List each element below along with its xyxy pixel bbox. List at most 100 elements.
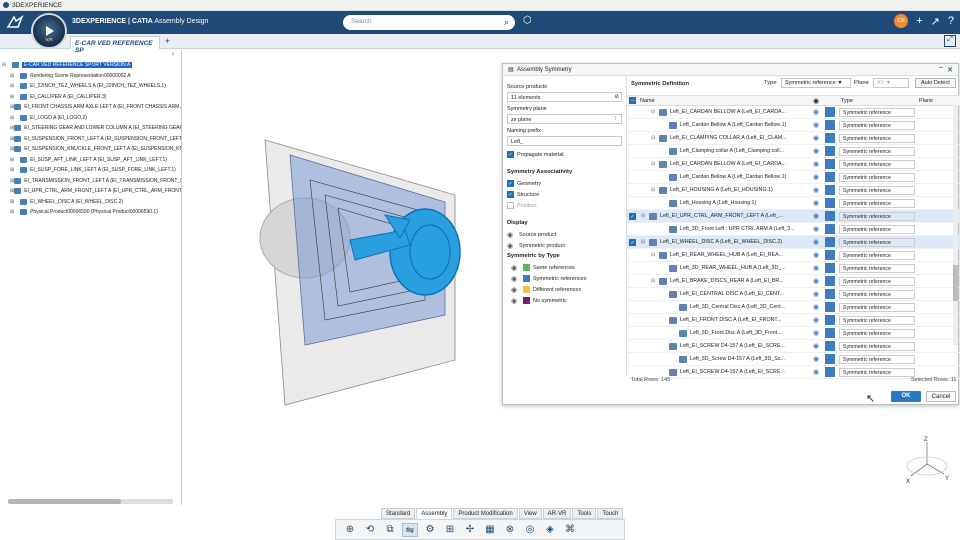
tab-touch[interactable]: Touch bbox=[597, 508, 624, 519]
tree-item[interactable]: ⊞ Physical Product00006590 (Physical Prod… bbox=[2, 207, 182, 218]
eye-icon[interactable]: ◉ bbox=[813, 316, 819, 324]
section-icon[interactable]: ◈ bbox=[542, 523, 558, 537]
diff-refs-toggle[interactable]: ◉ Different references bbox=[507, 284, 622, 295]
eye-icon[interactable]: ◉ bbox=[813, 121, 819, 129]
new-tab-button[interactable]: + bbox=[165, 36, 170, 46]
eye-icon[interactable]: ◉ bbox=[813, 355, 819, 363]
row-type-select[interactable]: Symmetric reference bbox=[839, 263, 915, 273]
tree-item[interactable]: ⊞ EI_22INCH_TEZ_WHEELS A (EI_22INCH_TEZ_W… bbox=[2, 81, 182, 92]
clash-icon[interactable]: ⊗ bbox=[502, 523, 518, 537]
expand-icon[interactable]: ⊟ bbox=[641, 239, 645, 245]
ds-logo-icon[interactable] bbox=[6, 15, 24, 29]
tree-item[interactable]: ⊞ EI_SUSPENSION_KNUCKLE_FRONT_LEFT A (EI_… bbox=[2, 144, 182, 155]
row-type-select[interactable]: Symmetric reference bbox=[839, 107, 915, 117]
pattern-icon[interactable]: ⧉ bbox=[382, 523, 398, 537]
table-row[interactable]: Left_Cardan Bellow A (Left_Cardan Bellow… bbox=[627, 171, 960, 184]
eye-icon[interactable]: ◉ bbox=[813, 303, 819, 311]
expand-icon[interactable]: ⊟ bbox=[651, 187, 655, 193]
checkbox-checked-icon[interactable]: ✓ bbox=[507, 151, 514, 158]
constraint-icon[interactable]: ⊞ bbox=[442, 523, 458, 537]
avatar[interactable]: CE bbox=[894, 14, 909, 28]
row-type-select[interactable]: Symmetric reference bbox=[839, 185, 915, 195]
row-type-select[interactable]: Symmetric reference bbox=[839, 341, 915, 351]
eye-icon[interactable]: ◉ bbox=[813, 238, 819, 246]
table-row[interactable]: Left_Clamping collar A (Left_Clamping co… bbox=[627, 145, 960, 158]
eye-icon[interactable]: ◉ bbox=[813, 277, 819, 285]
col-visibility-icon[interactable]: ◉ bbox=[813, 97, 819, 105]
close-icon[interactable]: ✕ bbox=[947, 66, 953, 74]
eye-icon[interactable]: ◉ bbox=[813, 329, 819, 337]
tree-item[interactable]: ⊞ EI_WHEEL_DISC A (EI_WHEEL_DISC.2) bbox=[2, 197, 182, 208]
expand-icon[interactable]: ⊟ bbox=[651, 161, 655, 167]
engineering-connection-icon[interactable]: ⚙ bbox=[422, 523, 438, 537]
auto-detect-button[interactable]: Auto Detect bbox=[915, 78, 956, 88]
table-row[interactable]: Left_EI_SCREW D4-157 A (Left_EI_SCRE... ◉… bbox=[627, 340, 960, 353]
row-type-select[interactable]: Symmetric reference bbox=[839, 302, 915, 312]
snap-icon[interactable]: ◎ bbox=[522, 523, 538, 537]
eye-icon[interactable]: ◉ bbox=[813, 186, 819, 194]
expand-icon[interactable]: ⊟ bbox=[651, 109, 655, 115]
expand-icon[interactable]: ⊟ bbox=[641, 213, 645, 219]
tag-icon[interactable]: ⬡ bbox=[523, 15, 532, 26]
row-checkbox[interactable]: ✓ bbox=[629, 238, 636, 246]
compass-button[interactable]: V,R bbox=[31, 13, 67, 49]
eye-icon[interactable]: ◉ bbox=[813, 368, 819, 376]
tree-item[interactable]: ⊞ EI_SUSPENSION_FRONT_LEFT A (EI_SUSPENSI… bbox=[2, 134, 182, 145]
position-option[interactable]: Position bbox=[507, 200, 622, 211]
expand-icon[interactable]: ⊞ bbox=[10, 209, 20, 215]
ok-button[interactable]: OK bbox=[891, 391, 921, 402]
eye-icon[interactable]: ◉ bbox=[813, 264, 819, 272]
search-input[interactable]: Search ⌕ bbox=[343, 15, 515, 30]
row-type-select[interactable]: Symmetric reference bbox=[839, 354, 915, 364]
col-plane[interactable]: Plane bbox=[919, 98, 933, 104]
tree-item[interactable]: ⊞ EI_STEERING GEAR AND LOWER COLUMN A (EI… bbox=[2, 123, 182, 134]
insert-icon[interactable]: ⊕ bbox=[342, 523, 358, 537]
tree-item[interactable]: ⊞ EI_FRONT CHASSIS ARM AXLE LEFT A (EI_FR… bbox=[2, 102, 182, 113]
col-type[interactable]: Type bbox=[841, 98, 853, 104]
tree-scrollbar[interactable] bbox=[8, 499, 173, 504]
tree-root[interactable]: ⊟ E-CAR VED REFERENCE SPORT VERSION A bbox=[2, 60, 182, 71]
tab-assembly[interactable]: Assembly bbox=[416, 508, 453, 519]
eye-icon[interactable]: ◉ bbox=[813, 342, 819, 350]
tree-item[interactable]: ⊞ EI_SUSP_FORE_LINK_LEFT A (EI_SUSP_FORE_… bbox=[2, 165, 182, 176]
expand-icon[interactable]: ⊞ bbox=[10, 83, 20, 89]
tab-view[interactable]: View bbox=[518, 508, 542, 519]
row-type-select[interactable]: Symmetric reference bbox=[839, 224, 915, 234]
source-products-field[interactable]: 11 elements ⊘ bbox=[507, 92, 622, 102]
symmetric-product-toggle[interactable]: ◉ Symmetric product bbox=[507, 240, 622, 251]
row-type-select[interactable]: Symmetric reference bbox=[839, 146, 915, 156]
structure-option[interactable]: ✓ Structure bbox=[507, 189, 622, 200]
tab-standard[interactable]: Standard bbox=[381, 508, 416, 519]
table-row[interactable]: Left_EI_FRONT DISC A (Left_EI_FRONT... ◉ S… bbox=[627, 314, 960, 327]
help-icon[interactable]: ? bbox=[948, 15, 954, 27]
eye-icon[interactable]: ◉ bbox=[813, 147, 819, 155]
expand-icon[interactable]: ⊞ bbox=[10, 199, 20, 205]
table-row[interactable]: ⊟ Left_EI_CLAMPING COLLAR A (Left_EI_CLAM… bbox=[627, 132, 960, 145]
clear-icon[interactable]: ⊘ bbox=[614, 94, 619, 100]
row-type-select[interactable]: Symmetric reference bbox=[839, 328, 915, 338]
eye-icon[interactable]: ◉ bbox=[813, 199, 819, 207]
row-type-select[interactable]: Symmetric reference bbox=[839, 172, 915, 182]
naming-prefix-input[interactable]: Left_ bbox=[507, 136, 622, 146]
share-icon[interactable]: ↗ bbox=[931, 15, 940, 28]
minimize-icon[interactable]: – bbox=[939, 64, 943, 71]
robot-icon[interactable]: ⌘ bbox=[562, 523, 578, 537]
row-type-select[interactable]: Symmetric reference bbox=[839, 211, 915, 221]
select-all-checkbox[interactable]: – bbox=[629, 97, 636, 104]
axis-triad[interactable]: Z X Y bbox=[902, 436, 952, 486]
row-type-select[interactable]: Symmetric reference bbox=[839, 250, 915, 260]
tree-item[interactable]: ⊞ EI_LOGO A (EI_LOGO.2) bbox=[2, 113, 182, 124]
symmetry-plane-field[interactable]: zx plane ⋮ bbox=[507, 114, 622, 124]
eye-icon[interactable]: ◉ bbox=[813, 160, 819, 168]
table-row[interactable]: Left_Cardan Bellow A (Left_Cardan Bellow… bbox=[627, 119, 960, 132]
row-checkbox[interactable]: ✓ bbox=[629, 212, 636, 220]
tree-item[interactable]: ⊞ EI_SUSP_AFT_LINK_LEFT A (EI_SUSP_AFT_LI… bbox=[2, 155, 182, 166]
table-row[interactable]: Left_3D_Front Left : UPR CTRL ARM A (Lef… bbox=[627, 223, 960, 236]
dialog-titlebar[interactable]: ▤ Assembly Symmetry – ✕ bbox=[503, 64, 958, 76]
tree-item[interactable]: ⊞ EI_UPR_CTRL_ARM_FRONT_LEFT A (EI_UPR_CT… bbox=[2, 186, 182, 197]
sym-refs-toggle[interactable]: ◉ Symmetric references bbox=[507, 273, 622, 284]
table-row[interactable]: Left_3D_Central Disc A (Left_3D_Cent... ◉… bbox=[627, 301, 960, 314]
table-row[interactable]: Left_Housing A (Left_Housing 1) ◉ Symmetri… bbox=[627, 197, 960, 210]
expand-icon[interactable]: ⊟ bbox=[651, 135, 655, 141]
search-icon[interactable]: ⌕ bbox=[504, 17, 509, 28]
